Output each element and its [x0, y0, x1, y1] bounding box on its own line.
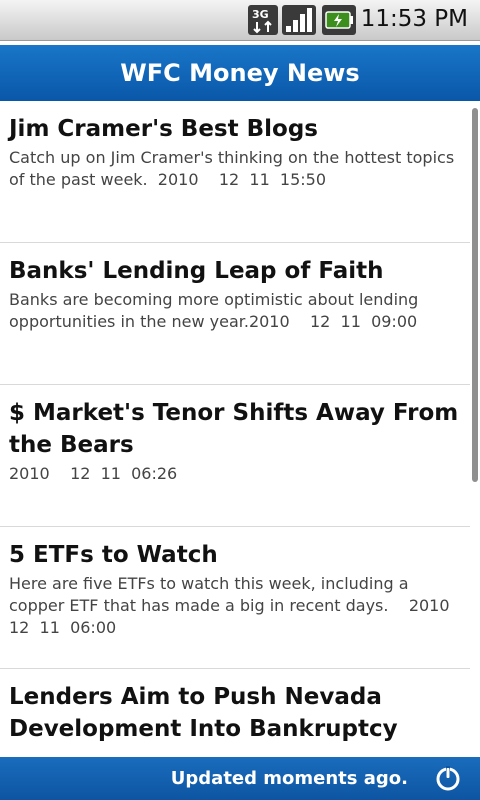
news-item-title: Lenders Aim to Push Nevada Development I…: [9, 684, 398, 742]
network-3g-icon: 3G: [248, 5, 278, 39]
signal-strength-icon: [282, 5, 316, 39]
news-item-summary: 2010 12 11 06:26: [9, 464, 178, 483]
refresh-icon[interactable]: [434, 765, 462, 793]
clock: 11:53 PM: [360, 6, 468, 32]
news-item[interactable]: Jim Cramer's Best Blogs Catch up on Jim …: [0, 101, 470, 243]
update-status-text: Updated moments ago.: [170, 768, 408, 789]
list-scrollbar[interactable]: [472, 108, 478, 482]
update-status-bar: Updated moments ago.: [0, 757, 480, 800]
news-item-title: 5 ETFs to Watch: [9, 542, 218, 568]
app-title: WFC Money News: [120, 59, 360, 87]
news-item-summary: Catch up on Jim Cramer's thinking on the…: [9, 148, 460, 189]
status-bar: 3G 11:53 PM: [0, 0, 480, 41]
news-item-summary: Banks are becoming more optimistic about…: [9, 290, 424, 331]
news-list[interactable]: Jim Cramer's Best Blogs Catch up on Jim …: [0, 101, 480, 757]
battery-icon: [322, 5, 356, 39]
news-item[interactable]: 5 ETFs to Watch Here are five ETFs to wa…: [0, 527, 470, 669]
news-item-title: Banks' Lending Leap of Faith: [9, 258, 384, 284]
network-label: 3G: [252, 8, 269, 21]
news-item-summary: Here are five ETFs to watch this week, i…: [9, 574, 470, 637]
news-item-title: $ Market's Tenor Shifts Away From the Be…: [9, 400, 459, 458]
news-item[interactable]: $ Market's Tenor Shifts Away From the Be…: [0, 385, 470, 527]
news-item-title: Jim Cramer's Best Blogs: [9, 116, 318, 142]
app-title-bar: WFC Money News: [0, 45, 480, 101]
news-item[interactable]: Lenders Aim to Push Nevada Development I…: [0, 669, 470, 757]
news-item[interactable]: Banks' Lending Leap of Faith Banks are b…: [0, 243, 470, 385]
